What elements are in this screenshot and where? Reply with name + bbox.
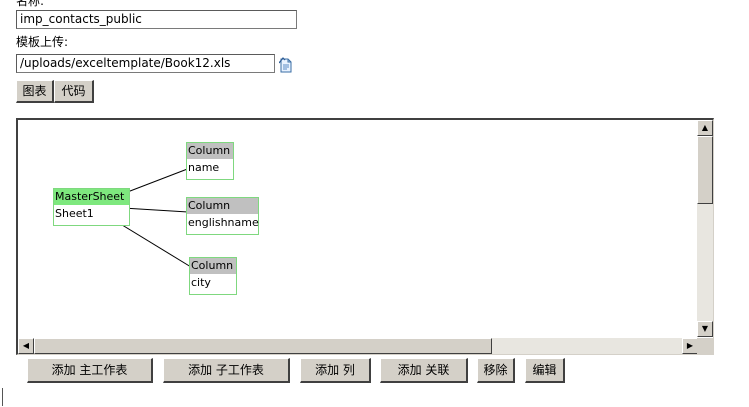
column-header: Column	[187, 143, 233, 159]
scroll-up-icon[interactable]: ▲	[697, 120, 713, 136]
add-master-sheet-button[interactable]: 添加 主工作表	[27, 358, 153, 383]
diagram-canvas[interactable]: MasterSheet Sheet1 Column name Column en…	[16, 118, 714, 355]
page-edge-rule	[2, 388, 3, 406]
add-sub-sheet-button[interactable]: 添加 子工作表	[163, 358, 290, 383]
column-name: name	[188, 161, 220, 174]
column-header: Column	[190, 258, 236, 274]
template-upload-label: 模板上传:	[16, 35, 69, 49]
diagram-links	[90, 167, 192, 268]
add-relation-button[interactable]: 添加 关联	[380, 358, 468, 383]
master-sheet-name: Sheet1	[55, 207, 94, 220]
name-input[interactable]: imp_contacts_public	[16, 10, 297, 29]
edit-button[interactable]: 编辑	[525, 358, 565, 383]
column-name: englishname	[188, 216, 259, 229]
horizontal-scroll-thumb[interactable]	[34, 338, 492, 354]
scroll-left-icon[interactable]: ◀	[18, 338, 34, 354]
upload-file-icon[interactable]	[278, 57, 293, 73]
vertical-scroll-thumb[interactable]	[697, 136, 713, 204]
scroll-right-icon[interactable]: ▶	[682, 338, 698, 354]
column-node-englishname[interactable]: Column englishname	[186, 197, 259, 235]
column-node-city[interactable]: Column city	[189, 257, 237, 295]
vertical-scrollbar[interactable]: ▲ ▼	[697, 120, 713, 337]
column-node-name[interactable]: Column name	[186, 142, 234, 180]
column-header: Column	[187, 198, 258, 214]
name-label: 名称:	[16, 0, 45, 8]
remove-button[interactable]: 移除	[477, 358, 515, 383]
master-sheet-node[interactable]: MasterSheet Sheet1	[53, 188, 130, 226]
scrollbar-corner	[697, 338, 713, 354]
template-path-input[interactable]: /uploads/exceltemplate/Book12.xls	[16, 54, 275, 73]
add-column-button[interactable]: 添加 列	[300, 358, 371, 383]
column-name: city	[191, 276, 211, 289]
master-sheet-header: MasterSheet	[54, 189, 129, 205]
tab-chart[interactable]: 图表	[16, 80, 54, 103]
horizontal-scrollbar[interactable]: ◀ ▶	[18, 338, 698, 354]
tab-code[interactable]: 代码	[54, 80, 94, 103]
scroll-down-icon[interactable]: ▼	[697, 321, 713, 337]
